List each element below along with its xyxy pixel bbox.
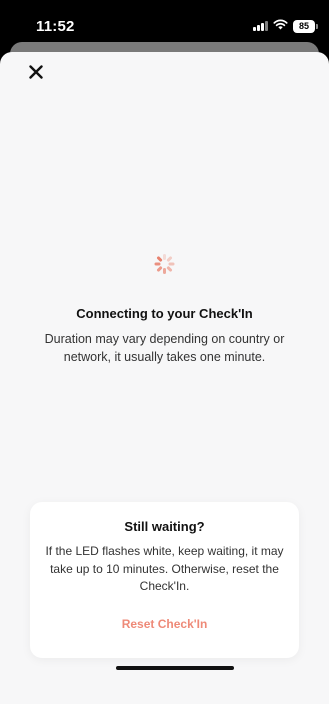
status-icons: 85: [253, 17, 318, 35]
spinner-petal: [154, 262, 160, 266]
spinner-petal: [162, 268, 166, 274]
status-time: 11:52: [36, 18, 75, 35]
reset-checkin-button[interactable]: Reset Check'In: [30, 617, 299, 631]
connecting-title: Connecting to your Check'In: [76, 306, 253, 321]
phone-screen: 11:52 85 Connecting to your Check'In Dur…: [0, 0, 329, 704]
spinner-petal: [165, 255, 173, 263]
spinner-petal: [155, 265, 163, 273]
close-icon: [29, 64, 43, 84]
still-waiting-description: If the LED flashes white, keep waiting, …: [45, 544, 284, 593]
still-waiting-title: Still waiting?: [124, 519, 205, 534]
still-waiting-card: Still waiting? If the LED flashes white,…: [30, 502, 299, 658]
spinner-petal: [165, 265, 173, 273]
signal-icon: [253, 21, 268, 31]
status-bar: 11:52 85: [0, 0, 329, 46]
home-indicator: [116, 666, 234, 670]
close-button[interactable]: [24, 62, 48, 86]
spinner-petal: [155, 255, 163, 263]
spinner-petal: [168, 262, 174, 266]
spinner-petal: [162, 254, 166, 260]
wifi-icon: [273, 17, 288, 35]
battery-icon: 85: [293, 19, 318, 33]
connecting-sheet: Connecting to your Check'In Duration may…: [0, 52, 329, 704]
connecting-description: Duration may vary depending on country o…: [44, 332, 285, 364]
